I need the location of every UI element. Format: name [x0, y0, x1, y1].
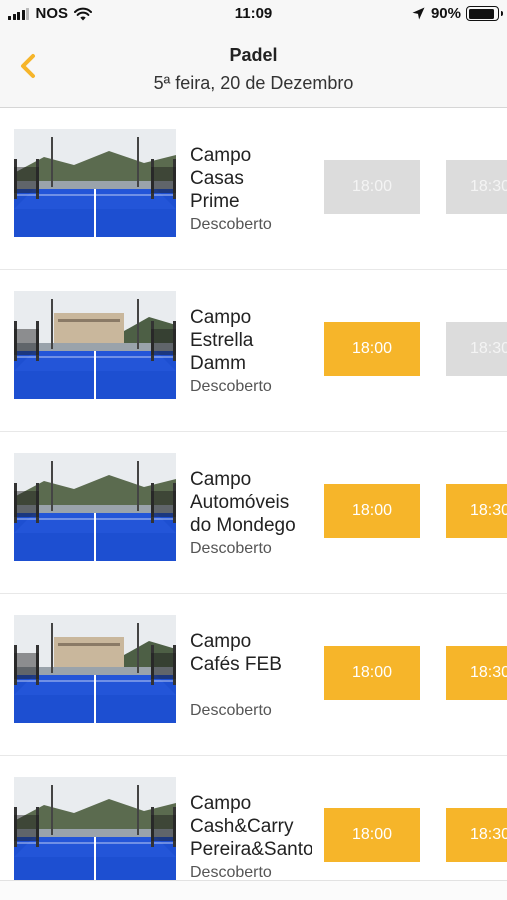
page-subtitle: 5ª feira, 20 de Dezembro — [153, 73, 354, 93]
court-row[interactable]: Campo Automóveis do Mondego Descoberto 1… — [0, 432, 507, 594]
court-name: Campo Casas Prime — [190, 145, 252, 212]
time-slot-button[interactable]: 18:00 — [324, 484, 420, 538]
court-type: Descoberto — [190, 216, 272, 233]
court-row[interactable]: Campo Cafés FEB Descoberto 18:00 18:30 — [0, 594, 507, 756]
court-photo — [14, 129, 176, 237]
court-photo — [14, 453, 176, 561]
court-list: Campo Casas Prime Descoberto 18:00 18:30… — [0, 108, 507, 880]
court-name: Campo Cash&Carry Pereira&Santos — [190, 793, 312, 860]
time-slot-button[interactable]: 18:00 — [324, 160, 420, 214]
status-bar: NOS 11:09 90% — [0, 0, 507, 30]
court-row[interactable]: Campo Cash&Carry Pereira&Santos Descober… — [0, 756, 507, 880]
page-title: Padel — [229, 45, 278, 65]
battery-fill — [468, 8, 494, 19]
time-slot-button[interactable]: 18:30 — [446, 160, 507, 214]
court-photo — [14, 777, 176, 880]
time-slot-button[interactable]: 18:00 — [324, 808, 420, 862]
time-slot-button[interactable]: 18:30 — [446, 646, 507, 700]
battery-icon — [466, 6, 503, 21]
time-slot-button[interactable]: 18:30 — [446, 808, 507, 862]
time-slot-button[interactable]: 18:30 — [446, 484, 507, 538]
status-bar-right: 90% — [412, 5, 503, 22]
court-row[interactable]: Campo Estrella Damm Descoberto 18:00 18:… — [0, 270, 507, 432]
battery-percent: 90% — [430, 5, 461, 22]
time-slot-button[interactable]: 18:00 — [324, 322, 420, 376]
location-arrow-icon — [412, 7, 425, 20]
court-photo — [14, 291, 176, 399]
time-slot-button[interactable]: 18:30 — [446, 322, 507, 376]
court-row[interactable]: Campo Casas Prime Descoberto 18:00 18:30 — [0, 108, 507, 270]
court-name: Campo Cafés FEB — [190, 631, 282, 675]
court-name: Campo Automóveis do Mondego — [190, 469, 296, 536]
court-type: Descoberto — [190, 864, 272, 880]
time-slot-button[interactable]: 18:00 — [324, 646, 420, 700]
court-type: Descoberto — [190, 378, 272, 395]
court-photo — [14, 615, 176, 723]
court-type: Descoberto — [190, 702, 272, 719]
bottom-edge — [0, 880, 507, 900]
header: Padel 5ª feira, 20 de Dezembro — [0, 30, 507, 108]
court-name: Campo Estrella Damm — [190, 307, 254, 374]
court-type: Descoberto — [190, 540, 272, 557]
